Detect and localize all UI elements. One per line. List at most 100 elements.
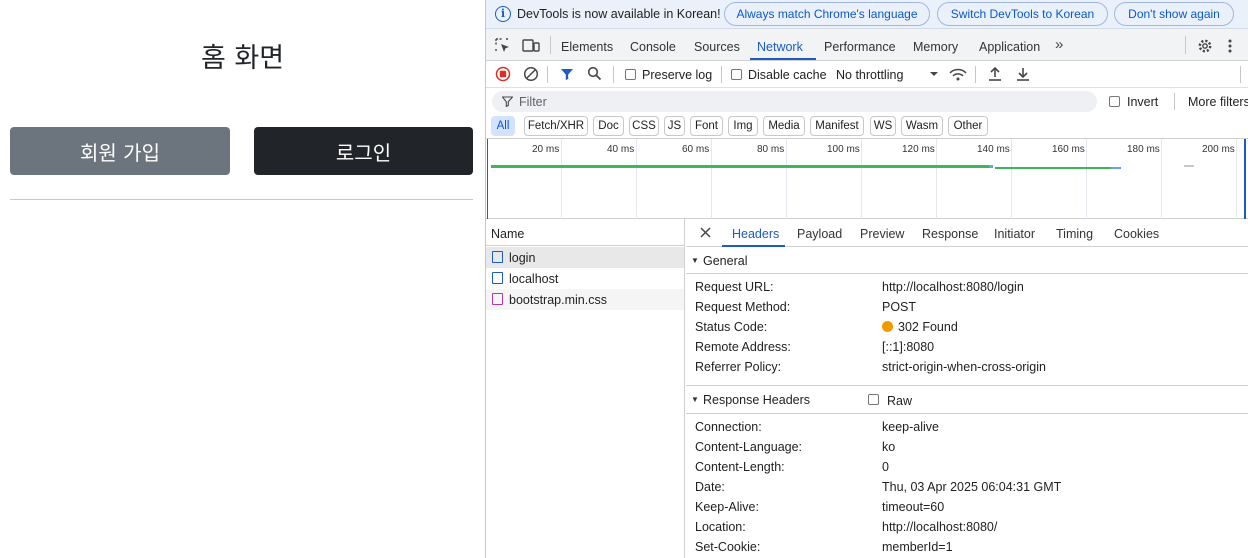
active-tab-indicator [750, 58, 816, 60]
header-key: Location: [695, 520, 746, 534]
timeline-tick-label: 160 ms [1052, 144, 1085, 155]
type-chip-img[interactable]: Img [728, 116, 758, 136]
request-row-localhost[interactable]: localhost [486, 268, 684, 289]
timeline-gridline [1011, 139, 1012, 219]
switch-language-button[interactable]: Switch DevTools to Korean [937, 2, 1108, 26]
tab-network[interactable]: Network [757, 40, 803, 54]
header-value: POST [882, 300, 917, 314]
type-chip-fetch-xhr[interactable]: Fetch/XHR [524, 116, 588, 136]
toolbar-separator [547, 66, 548, 83]
request-list: Name login localhost bootstrap.min.css [486, 219, 685, 558]
filter-input[interactable]: Filter [492, 91, 1097, 112]
tab-payload[interactable]: Payload [797, 227, 842, 241]
timeline-gridline [561, 139, 562, 219]
disable-cache-checkbox[interactable] [731, 69, 742, 80]
header-key: Request URL: [695, 280, 774, 294]
network-toolbar: Preserve log Disable cache No throttling [486, 61, 1248, 88]
tab-initiator[interactable]: Initiator [994, 227, 1035, 241]
import-har-icon[interactable] [988, 66, 1002, 82]
type-chip-manifest[interactable]: Manifest [810, 116, 864, 136]
timeline-tick-label: 20 ms [532, 144, 560, 155]
stylesheet-icon [492, 293, 503, 305]
header-key: Referrer Policy: [695, 360, 782, 374]
match-language-button[interactable]: Always match Chrome's language [724, 2, 930, 26]
header-value: 302 Found [898, 320, 958, 334]
general-section-header[interactable]: ▼ General [686, 248, 1248, 274]
response-headers-section-header[interactable]: ▼ Response Headers Raw [686, 387, 1248, 413]
detail-tab-bar: Headers Payload Preview Response Initiat… [686, 219, 1248, 247]
export-har-icon[interactable] [1016, 66, 1030, 82]
active-detail-tab-indicator [722, 245, 785, 247]
search-icon[interactable] [587, 66, 602, 81]
timeline-bar-localhost [995, 167, 1111, 169]
filter-funnel-icon[interactable] [560, 67, 574, 81]
kebab-menu-icon[interactable] [1226, 38, 1234, 54]
header-value: timeout=60 [882, 500, 945, 514]
header-value: strict-origin-when-cross-origin [882, 360, 1046, 374]
login-button[interactable]: 로그인 [254, 127, 473, 175]
header-key: Content-Length: [695, 460, 785, 474]
tab-response[interactable]: Response [922, 227, 978, 241]
header-key: Request Method: [695, 300, 791, 314]
resource-type-filters: All Fetch/XHR Doc CSS JS Font Img Media … [486, 115, 1248, 139]
type-chip-ws[interactable]: WS [870, 116, 896, 136]
web-page: 홈 화면 회원 가입 로그인 [0, 0, 485, 558]
clear-icon[interactable] [523, 66, 539, 82]
toolbar-separator [975, 66, 976, 83]
timeline-bar-login-download [989, 165, 993, 168]
tab-sources[interactable]: Sources [694, 40, 740, 54]
toolbar-separator [613, 66, 614, 83]
tab-elements[interactable]: Elements [561, 40, 613, 54]
type-chip-wasm[interactable]: Wasm [901, 116, 943, 136]
toolbar-separator [1240, 66, 1241, 83]
invert-checkbox[interactable] [1109, 96, 1120, 107]
settings-gear-icon[interactable] [1197, 38, 1213, 54]
type-chip-media[interactable]: Media [763, 116, 805, 136]
request-name: bootstrap.min.css [509, 293, 607, 307]
record-stop-icon[interactable] [495, 66, 511, 82]
request-row-login[interactable]: login [486, 247, 684, 268]
preserve-log-label: Preserve log [642, 68, 713, 82]
tab-headers[interactable]: Headers [732, 227, 779, 241]
more-tabs-icon[interactable]: » [1055, 36, 1063, 53]
raw-label: Raw [887, 394, 913, 408]
disable-cache-label: Disable cache [748, 68, 827, 82]
tab-cookies[interactable]: Cookies [1114, 227, 1159, 241]
type-chip-css[interactable]: CSS [629, 116, 659, 136]
type-chip-other[interactable]: Other [948, 116, 988, 136]
preserve-log-checkbox[interactable] [625, 69, 636, 80]
timeline-gridline [861, 139, 862, 219]
tab-performance[interactable]: Performance [824, 40, 896, 54]
timeline-overview[interactable]: 20 ms 40 ms 60 ms 80 ms 100 ms 120 ms 14… [486, 139, 1248, 219]
type-chip-font[interactable]: Font [690, 116, 723, 136]
type-chip-all[interactable]: All [491, 116, 515, 136]
name-column-header[interactable]: Name [486, 219, 685, 246]
timeline-bar-bootstrap [1184, 165, 1194, 167]
dont-show-again-button[interactable]: Don't show again [1114, 2, 1234, 26]
inspect-element-icon[interactable] [495, 38, 511, 54]
info-icon: i [495, 6, 511, 22]
raw-checkbox[interactable] [868, 394, 879, 405]
device-toolbar-icon[interactable] [522, 39, 540, 53]
timeline-end-marker [1244, 139, 1246, 219]
tab-preview[interactable]: Preview [860, 227, 904, 241]
timeline-tick-label: 140 ms [977, 144, 1010, 155]
timeline-gridline [936, 139, 937, 219]
toolbar-separator [1174, 93, 1175, 110]
request-row-bootstrap[interactable]: bootstrap.min.css [486, 289, 684, 310]
section-title: Response Headers [703, 393, 811, 407]
network-conditions-icon[interactable] [949, 67, 967, 81]
close-icon[interactable] [700, 227, 711, 238]
tab-timing[interactable]: Timing [1056, 227, 1093, 241]
type-chip-js[interactable]: JS [664, 116, 685, 136]
tab-memory[interactable]: Memory [913, 40, 958, 54]
triangle-down-icon: ▼ [691, 395, 699, 404]
more-filters-dropdown[interactable]: More filters [1188, 95, 1248, 109]
throttling-select[interactable]: No throttling [836, 68, 903, 82]
type-chip-doc[interactable]: Doc [593, 116, 624, 136]
invert-label: Invert [1127, 95, 1159, 109]
signup-button[interactable]: 회원 가입 [10, 127, 230, 175]
header-value: 0 [882, 460, 889, 474]
tab-application[interactable]: Application [979, 40, 1040, 54]
tab-console[interactable]: Console [630, 40, 676, 54]
